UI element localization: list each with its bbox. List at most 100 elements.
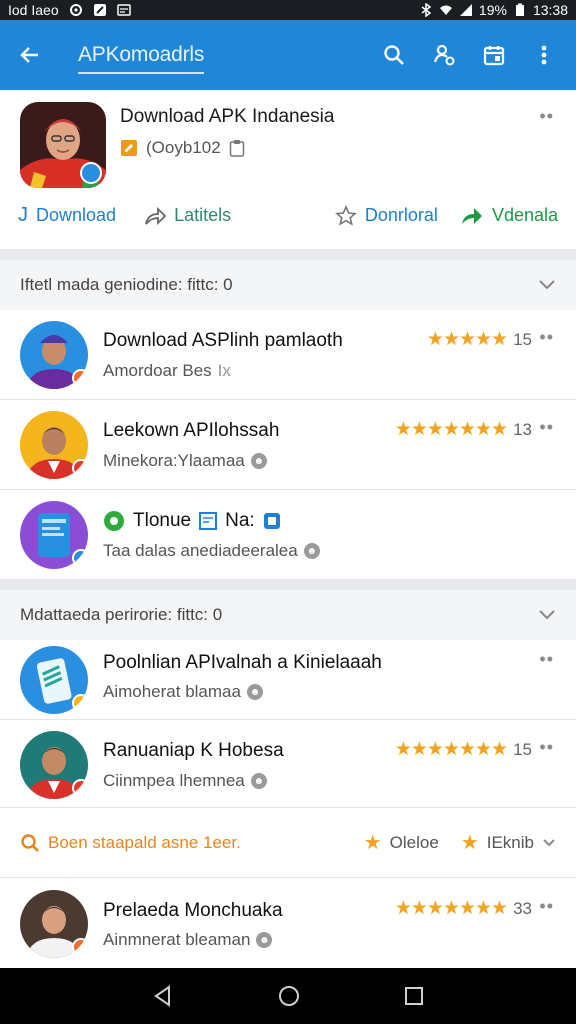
person-icon: ☻ <box>250 773 267 789</box>
nav-home-icon[interactable] <box>277 984 301 1008</box>
section-title: Mdattaeda perirorie: fittc: 0 <box>20 605 223 624</box>
item-subtitle: Ainmnerat bleaman ☻ <box>103 930 273 950</box>
message-status-icon <box>116 4 131 16</box>
section-header-2[interactable]: Mdattaeda perirorie: fittc: 0 <box>0 580 576 640</box>
rating: ★★★★★★★ 33 <box>395 897 532 920</box>
item-subtitle-text: Ciinmpea lhemnea <box>103 771 245 790</box>
green-app-icon <box>104 511 124 531</box>
person-icon: ☻ <box>303 543 320 559</box>
item-subtitle: Ciinmpea lhemnea ☻ <box>103 771 267 791</box>
status-badge <box>72 694 88 712</box>
search-icon <box>21 833 39 852</box>
star-rating: ★★★★★★★ <box>394 898 508 919</box>
filter-row: Boen staapald asne 1eer. ★ Oleloe ★ IEkn… <box>0 808 576 878</box>
item-more-button[interactable]: •• <box>539 896 554 917</box>
chevron-down-icon <box>539 280 555 290</box>
wifi-icon <box>439 5 452 15</box>
rating-count: 13 <box>513 419 532 439</box>
search-button[interactable] <box>376 37 412 73</box>
item-more-button[interactable]: •• <box>539 417 554 438</box>
star-rating: ★★★★★★★ <box>394 419 508 440</box>
share-button[interactable]: Latitels <box>144 205 231 226</box>
featured-title: Download APK Indanesia <box>120 106 335 127</box>
featured-card: Download APK Indanesia (Ooyb102 •• J Dow… <box>0 90 576 250</box>
item-subtitle-text: Amordoar Bes <box>103 361 212 380</box>
nav-back-icon[interactable] <box>151 984 175 1008</box>
item-subtitle-text: Aimoherat blamaa <box>103 682 241 701</box>
list-item[interactable]: Prelaeda Monchuaka Ainmnerat bleaman ☻ ★… <box>0 878 576 968</box>
more-vert-icon <box>541 45 547 65</box>
download-button[interactable]: J Download <box>18 204 116 227</box>
item-title: Download ASPlinh pamlaoth <box>103 330 343 351</box>
list-item[interactable]: Leekown APIlohssah Minekora:Ylaamaa ☻ ★★… <box>0 400 576 490</box>
featured-subtitle: (Ooyb102 <box>146 138 221 157</box>
item-title: Prelaeda Monchuaka <box>103 900 283 921</box>
share-arrow-icon <box>145 206 167 225</box>
clipboard-icon <box>229 140 244 157</box>
item-title: Poolnlian APIvalnah a Kinielaaah <box>103 652 382 673</box>
item-subtitle-text: Taa dalas anediadeeralea <box>103 541 298 560</box>
item-more-button[interactable]: •• <box>539 649 554 670</box>
calendar-icon <box>483 46 505 66</box>
filter-chip-2[interactable]: ★ IEknib <box>461 830 556 855</box>
back-button[interactable] <box>0 20 60 90</box>
person-icon: ☻ <box>256 932 273 948</box>
app-square-icon <box>263 513 280 529</box>
app-bar: APKomoadrls <box>0 20 576 90</box>
search-suggestion[interactable]: Boen staapald asne 1eer. <box>20 833 241 853</box>
forward-arrow-icon <box>461 207 482 224</box>
rate-button[interactable]: Donrloral <box>334 204 438 227</box>
arrow-left-icon <box>20 47 38 63</box>
download-mark-icon: J <box>18 204 28 226</box>
status-badge <box>72 938 88 956</box>
app-title: APKomoadrls <box>78 43 205 74</box>
list-item[interactable]: Download ASPlinh pamlaoth Amordoar Bes I… <box>0 310 576 400</box>
edit-icon <box>121 140 137 156</box>
avatar <box>20 890 88 958</box>
featured-more-button[interactable]: •• <box>539 106 554 127</box>
content-scroll-area[interactable]: Download APK Indanesia (Ooyb102 •• J Dow… <box>0 90 576 968</box>
system-nav-bar <box>0 968 576 1024</box>
item-title: Ranuaniap K Hobesa <box>103 740 284 761</box>
star-outline-icon <box>334 204 357 226</box>
list-item[interactable]: Poolnlian APIvalnah a Kinielaaah Aimoher… <box>0 640 576 720</box>
overflow-menu-button[interactable] <box>526 37 562 73</box>
download-label: Download <box>36 205 117 225</box>
status-badge <box>72 369 88 387</box>
rating-count: 15 <box>513 329 532 349</box>
verified-badge <box>80 162 102 184</box>
list-item[interactable]: Tlonue Na: Taa dalas anediadeeralea ☻ <box>0 490 576 580</box>
rating-count: 15 <box>513 739 532 759</box>
item-subtitle-text: Minekora:Ylaamaa <box>103 451 245 470</box>
close-mark-icon: Ix <box>217 361 231 380</box>
chevron-down-icon <box>543 838 555 846</box>
chevron-down-icon <box>539 610 555 620</box>
signal-icon <box>459 4 472 16</box>
filter-chip-1[interactable]: ★ Oleloe <box>364 830 439 855</box>
calendar-button[interactable] <box>476 37 512 73</box>
forward-button[interactable]: Vdenala <box>460 205 558 226</box>
item-more-button[interactable]: •• <box>539 327 554 348</box>
account-button[interactable] <box>426 37 462 73</box>
featured-actions: J Download Latitels Donrloral Vdenala <box>18 204 558 227</box>
rating-count: 33 <box>513 898 532 918</box>
item-more-button[interactable]: •• <box>539 737 554 758</box>
star-rating: ★★★★★★★ <box>394 739 508 760</box>
star-rating: ★★★★★ <box>426 329 508 350</box>
avatar <box>20 501 88 569</box>
person-icon: ☻ <box>250 453 267 469</box>
filter-chip-label: IEknib <box>486 832 534 852</box>
status-time: 13:38 <box>532 2 568 18</box>
search-suggestion-text: Boen staapald asne 1eer. <box>48 832 241 852</box>
avatar <box>20 321 88 389</box>
nav-recents-icon[interactable] <box>403 985 425 1007</box>
battery-percentage: 19% <box>478 2 507 18</box>
item-subtitle: Taa dalas anediadeeralea ☻ <box>103 541 320 561</box>
section-header-1[interactable]: Iftetl mada geniodine: fittc: 0 <box>0 250 576 310</box>
rate-label: Donrloral <box>364 205 438 225</box>
item-subtitle: Aimoherat blamaa ☻ <box>103 682 263 702</box>
avatar <box>20 731 88 799</box>
person-settings-icon <box>433 44 455 66</box>
window-icon <box>199 512 218 530</box>
list-item[interactable]: Ranuaniap K Hobesa Ciinmpea lhemnea ☻ ★★… <box>0 720 576 808</box>
